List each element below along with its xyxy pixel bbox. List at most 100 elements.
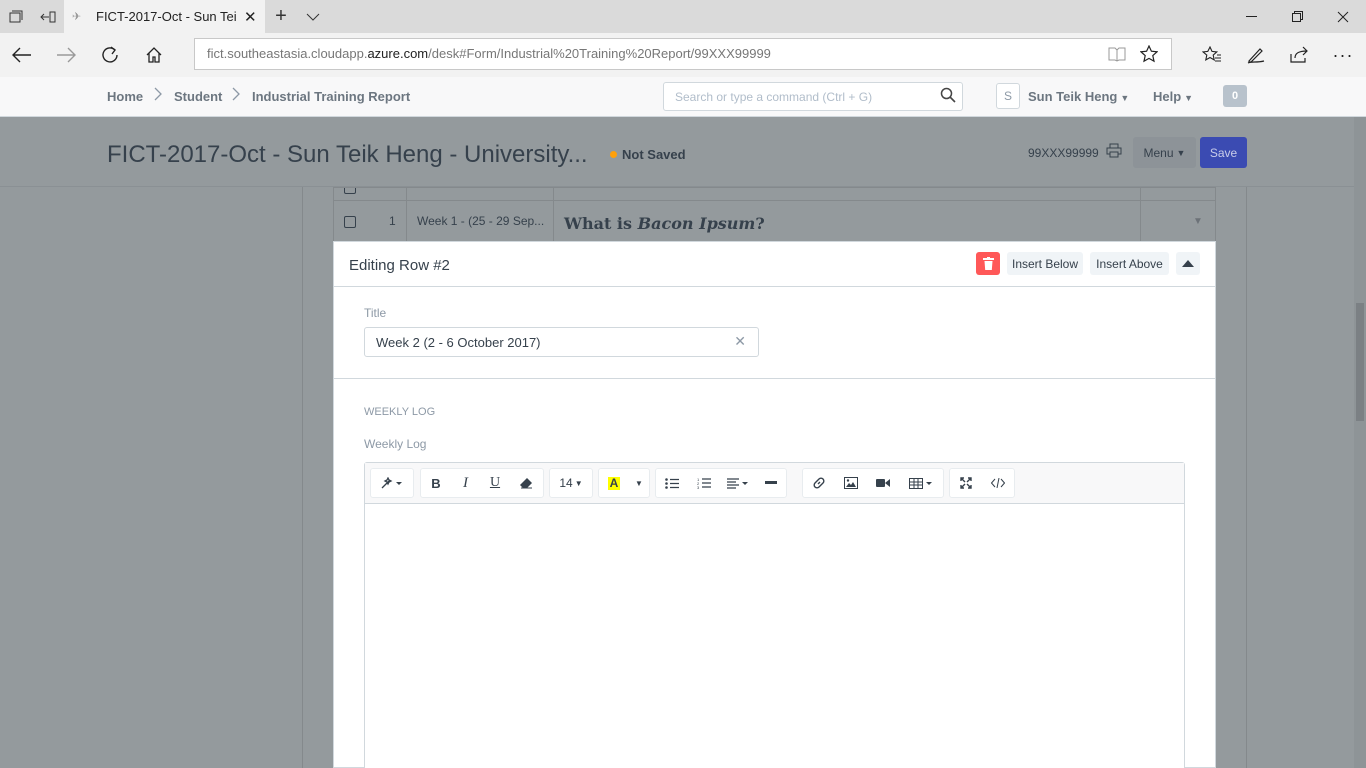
scrollbar-thumb[interactable] [1356, 303, 1364, 421]
search-input[interactable]: Search or type a command (Ctrl + G) [675, 90, 872, 104]
edit-row-title: Editing Row #2 [349, 257, 450, 274]
link-icon[interactable] [803, 469, 835, 497]
italic-icon[interactable]: I [451, 469, 480, 497]
web-note-pen-icon[interactable] [1234, 33, 1278, 77]
reading-view-icon[interactable] [1101, 39, 1133, 69]
bullet-list-icon[interactable] [656, 469, 688, 497]
close-tab-icon[interactable]: ✕ [244, 8, 257, 26]
help-label: Help [1153, 89, 1182, 104]
delete-row-button[interactable] [976, 252, 1000, 275]
font-size-value: 14 [559, 476, 573, 490]
awesome-bar-search[interactable]: Search or type a command (Ctrl + G) [663, 82, 963, 111]
rich-text-editor: B I U 14 ▼ A ▼ 1 2 3 [364, 462, 1185, 768]
editor-content-area[interactable] [365, 504, 1184, 768]
caret-down-icon: ▼ [574, 478, 583, 488]
code-view-icon[interactable] [982, 469, 1014, 497]
browser-nav-bar: fict.southeastasia.cloudapp.azure.com/de… [0, 33, 1366, 77]
favorites-hub-icon[interactable] [1190, 33, 1234, 77]
notification-badge[interactable]: 0 [1223, 85, 1247, 107]
browser-tab[interactable]: ✈ FICT-2017-Oct - Sun Tei ✕ [64, 0, 265, 33]
select-all-checkbox[interactable] [344, 188, 356, 194]
bold-icon[interactable]: B [421, 469, 451, 497]
breadcrumb-chevron-icon [154, 87, 162, 104]
restore-icon[interactable] [1274, 0, 1320, 33]
close-window-icon[interactable] [1320, 0, 1366, 33]
row-title: Week 1 - (25 - 29 Sep... [417, 214, 545, 228]
menu-button[interactable]: Menu ▼ [1133, 137, 1196, 168]
more-options-icon[interactable]: ··· [1321, 33, 1365, 77]
toolbar-group-view [949, 468, 1015, 498]
fullscreen-icon[interactable] [950, 469, 982, 497]
toolbar-group-fontsize: 14 ▼ [549, 468, 593, 498]
doc-name: 99XXX99999 [1028, 146, 1099, 160]
align-dropdown-icon[interactable] [720, 469, 756, 497]
forward-icon[interactable] [44, 33, 88, 77]
row-expand-caret-icon[interactable]: ▼ [1193, 216, 1203, 227]
underline-icon[interactable]: U [480, 469, 510, 497]
toolbar-group-insert [802, 468, 944, 498]
toolbar-group-style [370, 468, 414, 498]
share-icon[interactable] [1277, 33, 1321, 77]
font-size-dropdown[interactable]: 14 ▼ [550, 469, 592, 497]
table-dropdown-icon[interactable] [899, 469, 943, 497]
browser-tab-bar: ✈ FICT-2017-Oct - Sun Tei ✕ + [0, 0, 1366, 33]
grid-cell [1140, 188, 1141, 200]
caret-up-icon [1182, 260, 1194, 267]
page-scrollbar[interactable] [1354, 117, 1366, 768]
insert-below-button[interactable]: Insert Below [1007, 252, 1083, 275]
table-row[interactable]: 1 Week 1 - (25 - 29 Sep... What is Bacon… [333, 200, 1216, 242]
tab-title: FICT-2017-Oct - Sun Tei [96, 9, 236, 24]
refresh-icon[interactable] [88, 33, 132, 77]
row-weekly-log: What is Bacon Ipsum? [564, 214, 765, 233]
insert-above-button[interactable]: Insert Above [1090, 252, 1169, 275]
title-label: Title [364, 306, 387, 320]
search-icon[interactable] [940, 87, 956, 107]
set-aside-tabs-icon[interactable] [32, 0, 64, 33]
title-input[interactable]: Week 2 (2 - 6 October 2017) ✕ [364, 327, 759, 357]
breadcrumb-chevron-icon [232, 87, 240, 104]
style-magic-icon[interactable] [371, 469, 413, 497]
status-text: Not Saved [622, 147, 686, 162]
breadcrumb-report[interactable]: Industrial Training Report [252, 89, 410, 104]
collapse-row-button[interactable] [1176, 252, 1200, 275]
editor-toolbar: B I U 14 ▼ A ▼ 1 2 3 [365, 463, 1184, 504]
row-checkbox[interactable] [344, 216, 356, 228]
numbered-list-icon[interactable]: 123 [688, 469, 720, 497]
back-icon[interactable] [0, 33, 44, 77]
url-text: fict.southeastasia.cloudapp.azure.com/de… [207, 46, 771, 61]
video-icon[interactable] [867, 469, 899, 497]
page-head: FICT-2017-Oct - Sun Teik Heng - Universi… [0, 117, 1366, 187]
favorite-star-icon[interactable] [1133, 39, 1165, 69]
user-menu[interactable]: Sun Teik Heng ▼ [1028, 89, 1129, 104]
grid-cell [407, 188, 554, 200]
user-name: Sun Teik Heng [1028, 89, 1118, 104]
toolbar-group-paragraph: 123 [655, 468, 787, 498]
highlight-color-icon[interactable]: A [599, 469, 629, 497]
horizontal-rule-icon[interactable] [756, 469, 786, 497]
address-bar[interactable]: fict.southeastasia.cloudapp.azure.com/de… [194, 38, 1172, 70]
minimize-icon[interactable] [1228, 0, 1274, 33]
caret-down-icon: ▼ [1120, 93, 1130, 103]
svg-text:3: 3 [697, 485, 700, 489]
trash-icon [982, 257, 994, 270]
print-icon[interactable] [1106, 143, 1122, 162]
app-navbar: Home Student Industrial Training Report … [0, 77, 1366, 117]
title-value: Week 2 (2 - 6 October 2017) [376, 335, 541, 350]
row-index: 1 [389, 214, 396, 228]
menu-label: Menu [1143, 145, 1174, 160]
breadcrumb-home[interactable]: Home [107, 89, 143, 104]
tab-preview-chevron-icon[interactable] [297, 0, 329, 33]
clear-icon[interactable]: ✕ [734, 333, 746, 350]
image-icon[interactable] [835, 469, 867, 497]
help-menu[interactable]: Help ▼ [1153, 89, 1193, 104]
save-button[interactable]: Save [1200, 137, 1247, 168]
favicon-icon: ✈ [72, 11, 82, 23]
toolbar-group-format: B I U [420, 468, 544, 498]
tab-manager-icon[interactable] [0, 0, 32, 33]
avatar[interactable]: S [996, 83, 1020, 109]
eraser-icon[interactable] [510, 469, 542, 497]
color-caret-down-icon[interactable]: ▼ [629, 469, 649, 497]
new-tab-icon[interactable]: + [265, 0, 297, 33]
breadcrumb-student[interactable]: Student [174, 89, 222, 104]
home-icon[interactable] [132, 33, 176, 77]
